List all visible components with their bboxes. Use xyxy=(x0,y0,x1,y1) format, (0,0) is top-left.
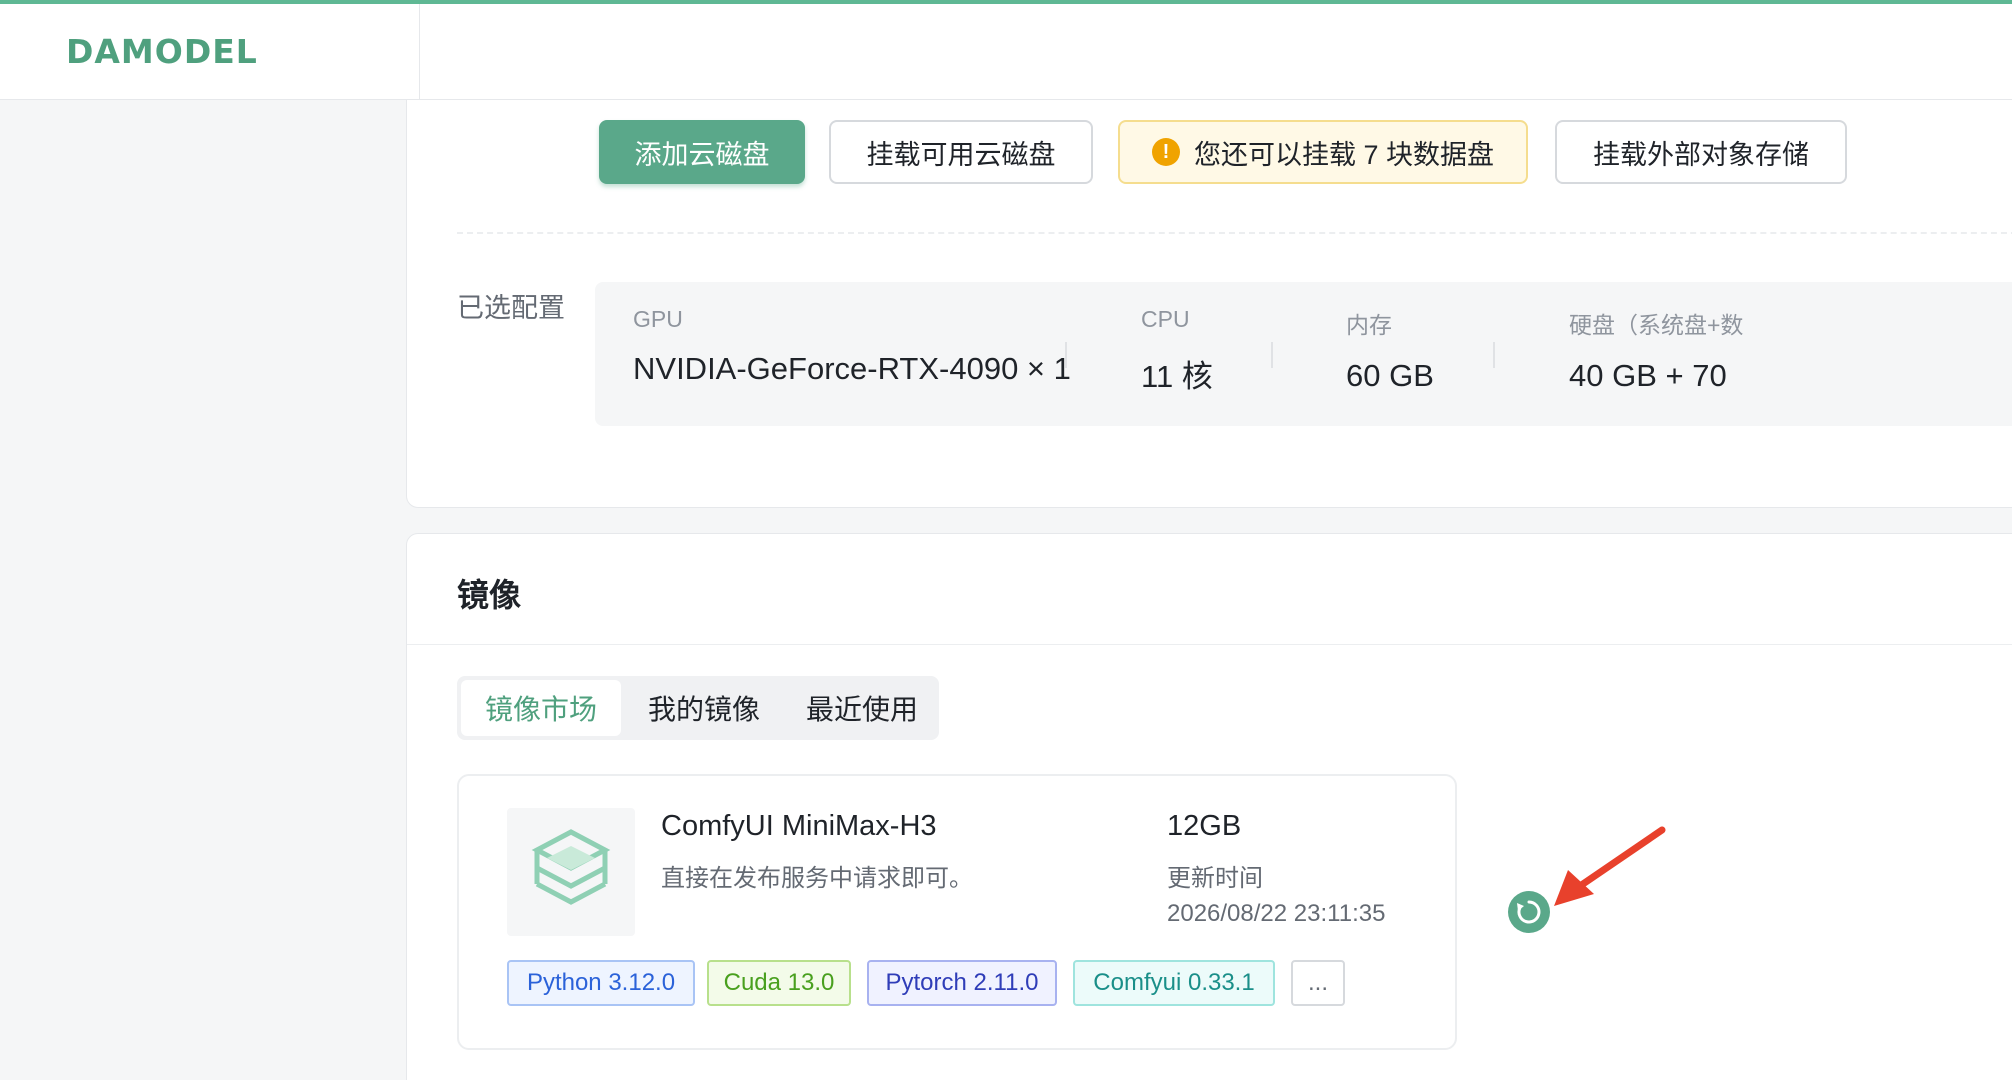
remaining-disks-text: 您还可以挂载 7 块数据盘 xyxy=(1193,139,1495,170)
tag-comfyui: Comfyui 0.33.1 xyxy=(1073,960,1275,1006)
tag-cuda: Cuda 13.0 xyxy=(707,960,851,1006)
mount-cloud-disk-button[interactable]: 挂载可用云磁盘 xyxy=(829,120,1093,184)
selected-config-box: GPU NVIDIA-GeForce-RTX-4090 × 1 CPU 11 核… xyxy=(595,282,2012,426)
mount-external-storage-button[interactable]: 挂载外部对象存储 xyxy=(1555,120,1847,184)
tab-recently-used[interactable]: 最近使用 xyxy=(787,680,937,736)
config-disk-value: 40 GB + 70 xyxy=(1569,358,1727,393)
logo-area: DAMODEL xyxy=(0,4,420,100)
config-memory-head: 内存 xyxy=(1346,312,1392,338)
sidebar xyxy=(0,100,406,1080)
config-memory-value: 60 GB xyxy=(1346,358,1434,393)
config-cpu: CPU 11 核 xyxy=(1141,306,1213,396)
config-gpu-value: NVIDIA-GeForce-RTX-4090 × 1 xyxy=(633,351,1071,386)
tab-image-market[interactable]: 镜像市场 xyxy=(461,680,621,736)
tag-pytorch: Pytorch 2.11.0 xyxy=(867,960,1057,1006)
section-divider xyxy=(407,644,2012,645)
config-gpu: GPU NVIDIA-GeForce-RTX-4090 × 1 xyxy=(633,306,1071,387)
config-memory: 内存 60 GB xyxy=(1346,306,1434,394)
config-gpu-head: GPU xyxy=(633,306,683,332)
image-size: 12GB xyxy=(1167,810,1242,842)
image-section-title: 镜像 xyxy=(457,577,522,613)
exclamation-circle-icon: ! xyxy=(1151,138,1180,166)
image-name: ComfyUI MiniMax-H3 xyxy=(661,810,937,842)
brand-logo[interactable]: DAMODEL xyxy=(66,32,258,71)
tab-my-images[interactable]: 我的镜像 xyxy=(629,680,779,736)
image-updated-label: 更新时间 xyxy=(1167,865,1263,892)
more-tags-button[interactable]: ... xyxy=(1291,960,1345,1006)
config-cpu-value: 11 核 xyxy=(1141,359,1213,394)
disk-config-card: 添加云磁盘 挂载可用云磁盘 ! 您还可以挂载 7 块数据盘 挂载外部对象存储 已… xyxy=(406,100,2012,508)
image-section-card: 镜像 镜像市场 我的镜像 最近使用 ComfyUI MiniMax-H3 直接在… xyxy=(406,533,2012,1080)
config-separator xyxy=(1065,342,1067,368)
image-tabs: 镜像市场 我的镜像 最近使用 xyxy=(457,676,939,740)
image-description: 直接在发布服务中请求即可。 xyxy=(661,865,973,892)
tag-python: Python 3.12.0 xyxy=(507,960,695,1006)
top-header: DAMODEL xyxy=(0,4,2012,100)
dashed-divider xyxy=(457,232,2012,234)
add-cloud-disk-button[interactable]: 添加云磁盘 xyxy=(599,120,805,184)
image-card[interactable]: ComfyUI MiniMax-H3 直接在发布服务中请求即可。 12GB 更新… xyxy=(457,774,1457,1050)
remaining-disks-notice: ! 您还可以挂载 7 块数据盘 xyxy=(1118,120,1528,184)
config-disk-head: 硬盘（系统盘+数 xyxy=(1569,312,1744,338)
config-cpu-head: CPU xyxy=(1141,306,1190,332)
config-separator xyxy=(1493,342,1495,368)
config-disk: 硬盘（系统盘+数 40 GB + 70 xyxy=(1569,306,1743,394)
config-separator xyxy=(1271,342,1273,368)
selected-config-label: 已选配置 xyxy=(457,293,565,323)
image-updated-time: 2026/08/22 23:11:35 xyxy=(1167,900,1386,927)
red-arrow-annotation xyxy=(1554,826,1666,906)
layers-icon xyxy=(507,808,635,936)
